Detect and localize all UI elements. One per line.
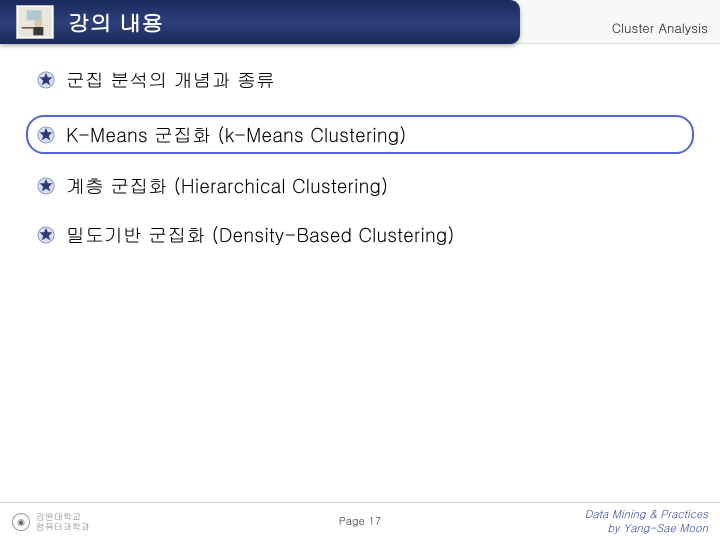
footer-credits: Data Mining & Practices by Yang-Sae Moon: [584, 508, 708, 534]
footer-left: ◉ 강원대학교 컴퓨터과학과: [12, 512, 90, 532]
bullet-text: 밀도기반 군집화 (Density-Based Clustering): [66, 221, 454, 248]
univ-line2: 컴퓨터과학과: [36, 522, 90, 532]
bullet-icon: [36, 125, 56, 145]
title-bar: 강의 내용: [0, 0, 520, 44]
credits-line1: Data Mining & Practices: [584, 508, 708, 521]
list-item: 밀도기반 군집화 (Density-Based Clustering): [36, 221, 684, 248]
slide-subtitle: Cluster Analysis: [612, 18, 708, 37]
bullet-icon: [36, 176, 56, 196]
slide-content: 군집 분석의 개념과 종류 K-Means 군집화 (k-Means Clust…: [0, 44, 720, 248]
slide-title: 강의 내용: [68, 7, 163, 38]
highlighted-list-item: K-Means 군집화 (k-Means Clustering): [26, 115, 694, 154]
credits-line2: by Yang-Sae Moon: [584, 522, 708, 535]
university-logo-icon: ◉: [12, 513, 30, 531]
bullet-text: K-Means 군집화 (k-Means Clustering): [66, 121, 406, 148]
list-item: 군집 분석의 개념과 종류: [36, 66, 684, 93]
bullet-icon: [36, 225, 56, 245]
university-label: 강원대학교 컴퓨터과학과: [36, 512, 90, 532]
slide-footer: ◉ 강원대학교 컴퓨터과학과 Page 17 Data Mining & Pra…: [0, 502, 720, 540]
bullet-text: 계층 군집화 (Hierarchical Clustering): [66, 172, 388, 199]
bullet-icon: [36, 70, 56, 90]
slide-header: 강의 내용 Cluster Analysis: [0, 0, 720, 44]
bullet-text: 군집 분석의 개념과 종류: [66, 66, 275, 93]
lecturer-avatar-icon: [16, 5, 54, 39]
list-item: 계층 군집화 (Hierarchical Clustering): [36, 172, 684, 199]
page-number: Page 17: [339, 514, 381, 529]
